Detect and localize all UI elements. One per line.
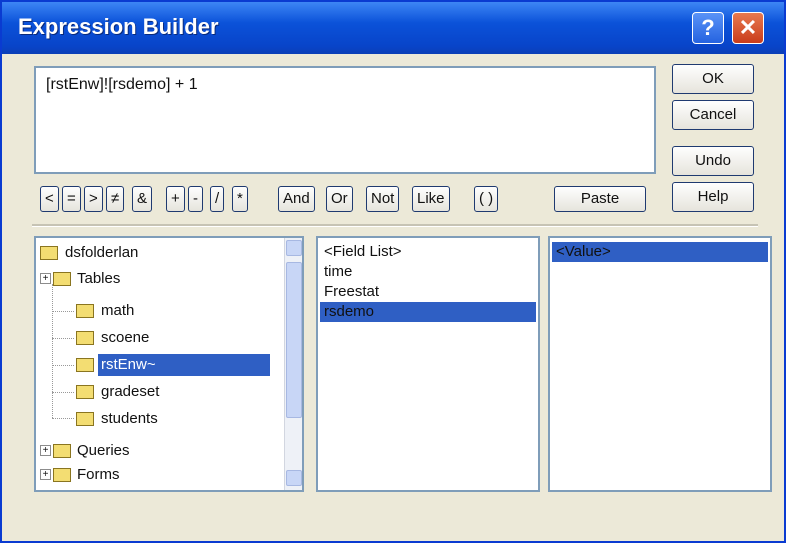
operator-button[interactable]: < [40, 186, 59, 212]
tree-item-label: students [101, 410, 158, 427]
field-list-pane[interactable]: <Field List> time Freestat rsdemo [316, 236, 540, 492]
separator [32, 224, 758, 227]
expand-icon[interactable]: + [40, 469, 51, 480]
close-icon: ✕ [738, 15, 758, 40]
field-list-item[interactable]: time [320, 262, 536, 282]
ok-button[interactable]: OK [672, 64, 754, 94]
tree-connector [52, 338, 74, 339]
value-list-pane[interactable]: <Value> [548, 236, 772, 492]
close-button[interactable]: ✕ [732, 12, 764, 44]
not-button[interactable]: Not [366, 186, 400, 212]
tree-item-label: scoene [101, 329, 150, 346]
tree-connector [52, 311, 74, 312]
paste-button[interactable]: Paste [554, 186, 646, 212]
field-list-item[interactable]: rsdemo [320, 302, 536, 322]
tree-item-label: dsfolderlan [65, 244, 139, 261]
scroll-down-button[interactable] [286, 470, 302, 486]
operator-button[interactable]: / [210, 186, 225, 212]
tree-item-label: math [101, 302, 135, 319]
help-button[interactable]: Help [672, 182, 754, 212]
folder-icon [76, 358, 94, 372]
tree-connector [52, 365, 74, 366]
operator-button[interactable]: & [132, 186, 153, 212]
folder-icon [53, 468, 71, 482]
tree-item-label: Tables [77, 270, 121, 287]
folder-icon [76, 385, 94, 399]
tree-item-label: Queries [77, 442, 130, 459]
scroll-thumb[interactable] [286, 262, 302, 418]
or-button[interactable]: Or [326, 186, 353, 212]
field-list-item[interactable]: <Field List> [320, 242, 536, 262]
tree-connector [52, 392, 74, 393]
tree-connector [52, 284, 53, 418]
like-button[interactable]: Like [412, 186, 450, 212]
operator-button[interactable]: ≠ [106, 186, 125, 212]
tree-item-label: rstEnw~ [98, 354, 270, 376]
title-bar[interactable]: Expression Builder ? ✕ [2, 2, 784, 54]
expand-icon[interactable]: + [40, 445, 51, 456]
folder-icon [53, 444, 71, 458]
expression-box[interactable]: [rstEnw]![rsdemo] + 1 [34, 66, 656, 174]
tree-connector [52, 418, 74, 419]
window-title: Expression Builder [18, 14, 219, 39]
folder-icon [76, 304, 94, 318]
operator-button[interactable]: + [166, 186, 185, 212]
expression-builder-window: Expression Builder ? ✕ [rstEnw]![rsdemo]… [0, 0, 786, 543]
undo-button[interactable]: Undo [672, 146, 754, 176]
scroll-up-button[interactable] [286, 240, 302, 256]
folder-icon [53, 272, 71, 286]
folder-icon [76, 412, 94, 426]
question-icon: ? [701, 15, 715, 40]
field-list-item[interactable]: Freestat [320, 282, 536, 302]
tree-scrollbar[interactable] [284, 238, 302, 490]
expand-icon[interactable]: + [40, 273, 51, 284]
cancel-button[interactable]: Cancel [672, 100, 754, 130]
folder-icon [76, 331, 94, 345]
operator-button[interactable]: - [188, 186, 203, 212]
operator-button[interactable]: = [62, 186, 81, 212]
parentheses-button[interactable]: ( ) [474, 186, 499, 212]
operator-button[interactable]: * [232, 186, 248, 212]
operator-button[interactable]: > [84, 186, 103, 212]
object-tree-pane[interactable]: dsfolderlan + Tables math scoene rstEnw~… [34, 236, 304, 492]
tree-item-label: gradeset [101, 383, 160, 400]
folder-icon [40, 246, 58, 260]
value-list-item[interactable]: <Value> [552, 242, 768, 262]
and-button[interactable]: And [278, 186, 315, 212]
help-title-button[interactable]: ? [692, 12, 724, 44]
tree-item-label: Forms [77, 466, 120, 483]
